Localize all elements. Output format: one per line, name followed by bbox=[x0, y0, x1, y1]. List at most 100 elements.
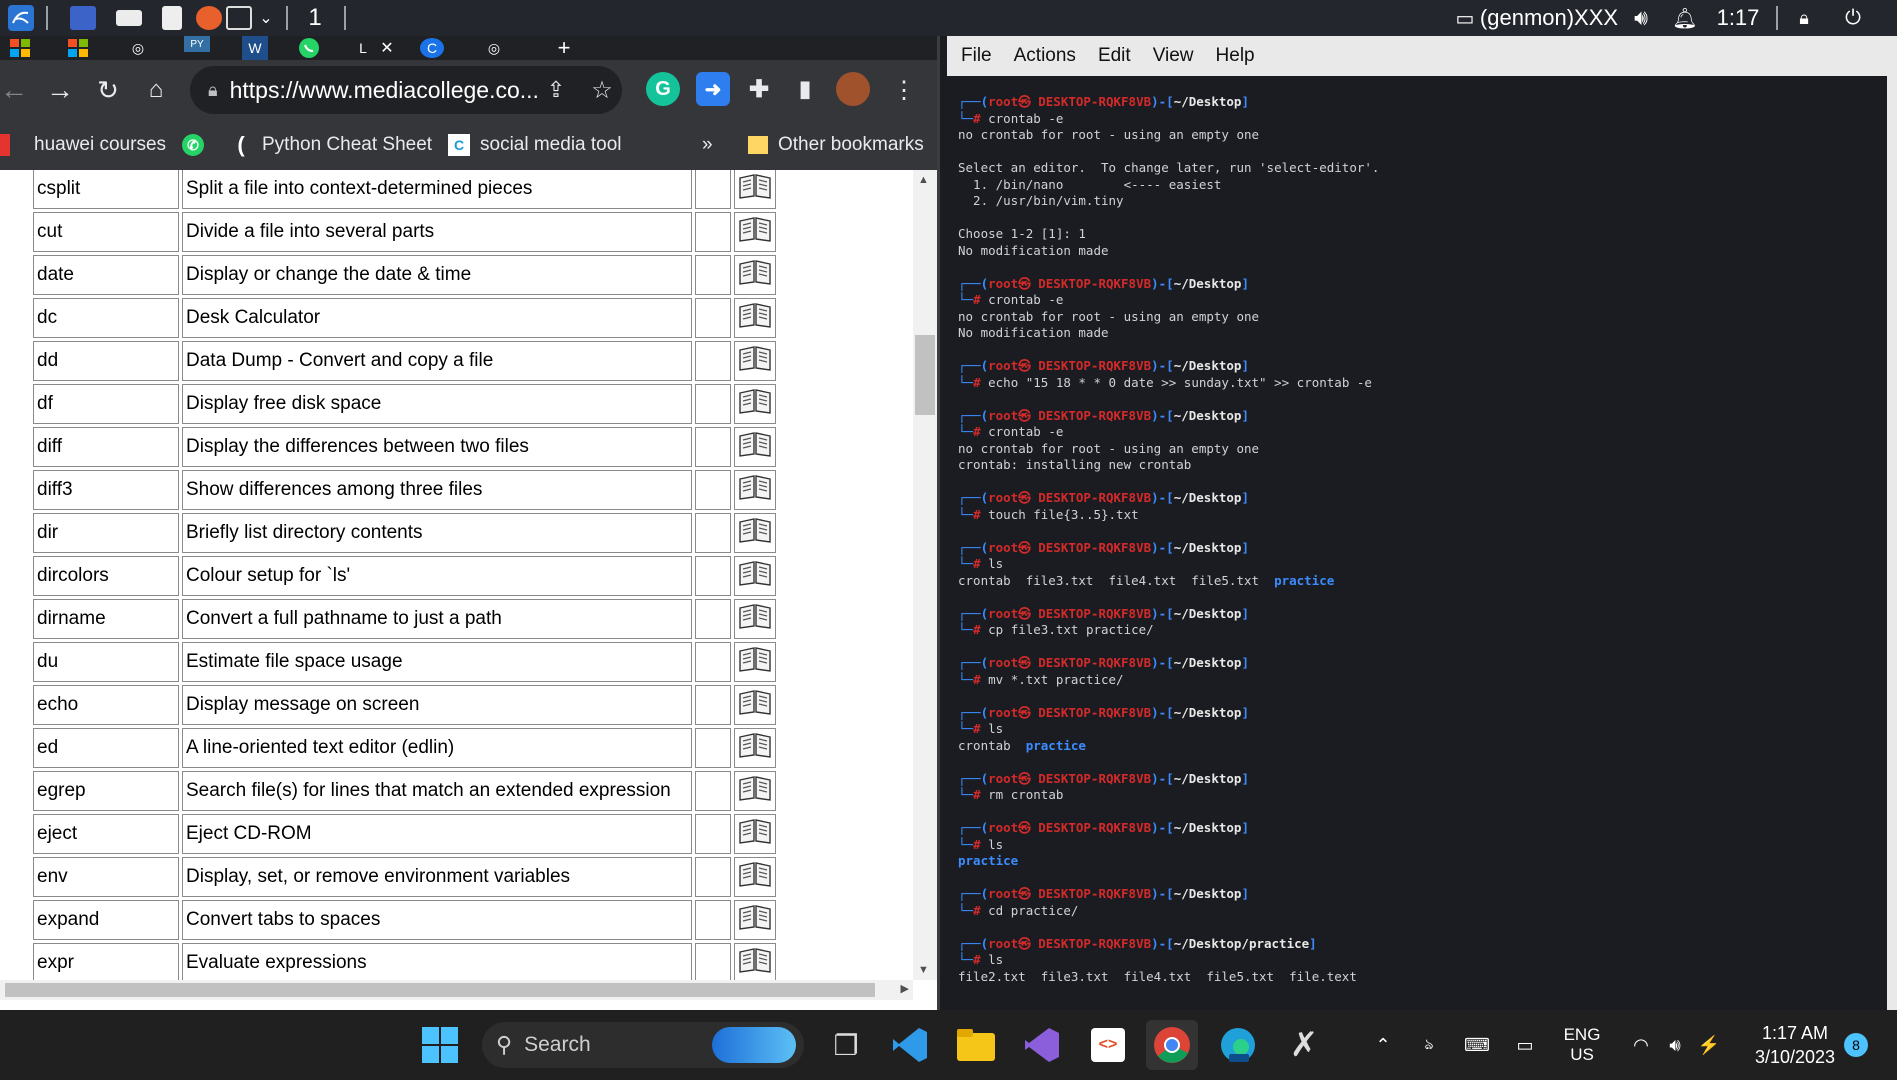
vertical-scrollbar[interactable]: ▲ ▼ bbox=[913, 170, 937, 980]
bookmarks-overflow-button[interactable]: » bbox=[702, 120, 713, 170]
bookmark-star-icon[interactable]: ☆ bbox=[582, 70, 622, 110]
start-button[interactable] bbox=[414, 1020, 466, 1070]
dev-tools-icon[interactable]: <> bbox=[1082, 1020, 1134, 1070]
manual-link[interactable] bbox=[734, 298, 776, 338]
manual-link[interactable] bbox=[734, 900, 776, 940]
menu-help[interactable]: Help bbox=[1216, 45, 1255, 67]
app-icon-1[interactable] bbox=[70, 6, 96, 30]
profile-avatar[interactable] bbox=[836, 72, 870, 106]
firefox-icon[interactable] bbox=[196, 6, 222, 30]
tablet-icon[interactable]: ▭ bbox=[1510, 1010, 1540, 1080]
manual-link[interactable] bbox=[734, 556, 776, 596]
manual-link[interactable] bbox=[734, 857, 776, 897]
tab-close-icon[interactable]: ✕ bbox=[378, 36, 396, 60]
book-icon[interactable] bbox=[738, 516, 772, 544]
other-bookmarks[interactable]: Other bookmarks bbox=[748, 120, 924, 170]
book-icon[interactable] bbox=[738, 946, 772, 974]
scroll-thumb[interactable] bbox=[915, 335, 935, 415]
home-button[interactable]: ⌂ bbox=[136, 70, 176, 110]
book-icon[interactable] bbox=[738, 645, 772, 673]
keyboard-icon[interactable]: ⌨ bbox=[1462, 1010, 1492, 1080]
manual-link[interactable] bbox=[734, 771, 776, 811]
book-icon[interactable] bbox=[738, 774, 772, 802]
vscode-icon[interactable] bbox=[884, 1020, 936, 1070]
tab-c-icon[interactable]: C bbox=[420, 38, 444, 58]
tab-windows-icon-2[interactable] bbox=[66, 36, 90, 60]
task-view-icon[interactable]: ❐ bbox=[820, 1020, 872, 1070]
xserver-icon[interactable]: ✗ bbox=[1278, 1020, 1330, 1070]
manual-link[interactable] bbox=[734, 814, 776, 854]
book-icon[interactable] bbox=[738, 172, 772, 200]
manual-link[interactable] bbox=[734, 728, 776, 768]
book-icon[interactable] bbox=[738, 903, 772, 931]
active-tab-title[interactable]: L bbox=[356, 36, 370, 60]
tab-python-icon[interactable]: PY bbox=[184, 36, 210, 52]
side-panel-icon[interactable]: ▮ bbox=[788, 72, 822, 106]
menu-kebab-icon[interactable]: ⋮ bbox=[884, 70, 924, 110]
tab-w-icon[interactable]: W bbox=[242, 36, 268, 60]
manual-link[interactable] bbox=[734, 642, 776, 682]
reload-button[interactable]: ↻ bbox=[88, 70, 128, 110]
edge-beta-icon[interactable] bbox=[1212, 1020, 1264, 1070]
menu-actions[interactable]: Actions bbox=[1014, 45, 1076, 67]
extension-arrow-icon[interactable]: ➜ bbox=[696, 72, 730, 106]
scroll-up-arrow[interactable]: ▲ bbox=[918, 174, 929, 186]
terminal-icon[interactable] bbox=[226, 6, 252, 30]
bookmark-social-media-tool[interactable]: C social media tool bbox=[448, 120, 622, 170]
power-icon[interactable]: ⏻ bbox=[1840, 0, 1866, 36]
menu-file[interactable]: File bbox=[961, 45, 992, 67]
taskbar-clock[interactable]: 1:17 AM 3/10/2023 bbox=[1740, 1010, 1850, 1080]
new-tab-button[interactable]: + bbox=[552, 35, 576, 60]
terminal-scrollbar[interactable] bbox=[1887, 76, 1897, 1010]
forward-button[interactable]: → bbox=[40, 70, 80, 110]
scroll-right-arrow[interactable]: ▶ bbox=[901, 982, 909, 995]
tab-github-icon[interactable]: ◎ bbox=[126, 36, 150, 60]
manual-link[interactable] bbox=[734, 685, 776, 725]
manual-link[interactable] bbox=[734, 513, 776, 553]
bell-icon[interactable]: 🔔︎ bbox=[1672, 0, 1698, 36]
book-icon[interactable] bbox=[738, 559, 772, 587]
book-icon[interactable] bbox=[738, 473, 772, 501]
bookmark-python-cheat-sheet[interactable]: ( Python Cheat Sheet bbox=[230, 120, 432, 170]
tab-windows-icon[interactable] bbox=[8, 36, 32, 60]
visual-studio-icon[interactable] bbox=[1016, 1020, 1068, 1070]
book-icon[interactable] bbox=[738, 301, 772, 329]
manual-link[interactable] bbox=[734, 470, 776, 510]
book-icon[interactable] bbox=[738, 860, 772, 888]
manual-link[interactable] bbox=[734, 170, 776, 209]
language-indicator[interactable]: ENG US bbox=[1556, 1010, 1608, 1080]
wifi-icon[interactable]: ◠ bbox=[1626, 1010, 1656, 1080]
notification-badge[interactable]: 8 bbox=[1842, 1010, 1870, 1080]
manual-link[interactable] bbox=[734, 384, 776, 424]
panel-clock[interactable]: 1:17 bbox=[1708, 0, 1768, 36]
wacom-icon[interactable]: ঌ bbox=[1414, 1010, 1444, 1080]
book-icon[interactable] bbox=[738, 258, 772, 286]
menu-edit[interactable]: Edit bbox=[1098, 45, 1131, 67]
taskbar-search[interactable]: ⚲ Search bbox=[482, 1022, 804, 1068]
manual-link[interactable] bbox=[734, 427, 776, 467]
grammarly-icon[interactable]: G bbox=[646, 72, 680, 106]
chevron-down-icon[interactable]: ⌄ bbox=[256, 0, 276, 36]
workspace-indicator[interactable]: 1 bbox=[300, 0, 330, 36]
book-icon[interactable] bbox=[738, 731, 772, 759]
back-button[interactable]: ← bbox=[0, 70, 34, 110]
book-icon[interactable] bbox=[738, 387, 772, 415]
share-icon[interactable]: ⇪ bbox=[536, 70, 576, 110]
h-scroll-thumb[interactable] bbox=[5, 983, 875, 997]
file-explorer-icon[interactable] bbox=[950, 1020, 1002, 1070]
app-icon-2[interactable] bbox=[116, 10, 142, 26]
terminal-output[interactable]: ┌──(root㉿ DESKTOP-RQKF8VB)-[~/Desktop] └─… bbox=[958, 94, 1888, 985]
tab-github-icon-2[interactable]: ◎ bbox=[482, 36, 506, 60]
chrome-taskbar-icon[interactable] bbox=[1146, 1020, 1198, 1070]
show-hidden-icons[interactable]: ⌃ bbox=[1368, 1010, 1398, 1080]
bookmark-whatsapp[interactable]: ✆ bbox=[182, 120, 204, 170]
scroll-down-arrow[interactable]: ▼ bbox=[918, 964, 929, 976]
speaker-icon[interactable]: 🔊︎ bbox=[1660, 1010, 1690, 1080]
manual-link[interactable] bbox=[734, 599, 776, 639]
book-icon[interactable] bbox=[738, 817, 772, 845]
lock-icon[interactable]: 🔒︎ bbox=[1792, 0, 1816, 36]
horizontal-scrollbar[interactable]: ▶ bbox=[0, 980, 913, 1000]
kali-menu-icon[interactable] bbox=[6, 0, 36, 36]
book-icon[interactable] bbox=[738, 215, 772, 243]
text-editor-icon[interactable] bbox=[162, 6, 182, 30]
